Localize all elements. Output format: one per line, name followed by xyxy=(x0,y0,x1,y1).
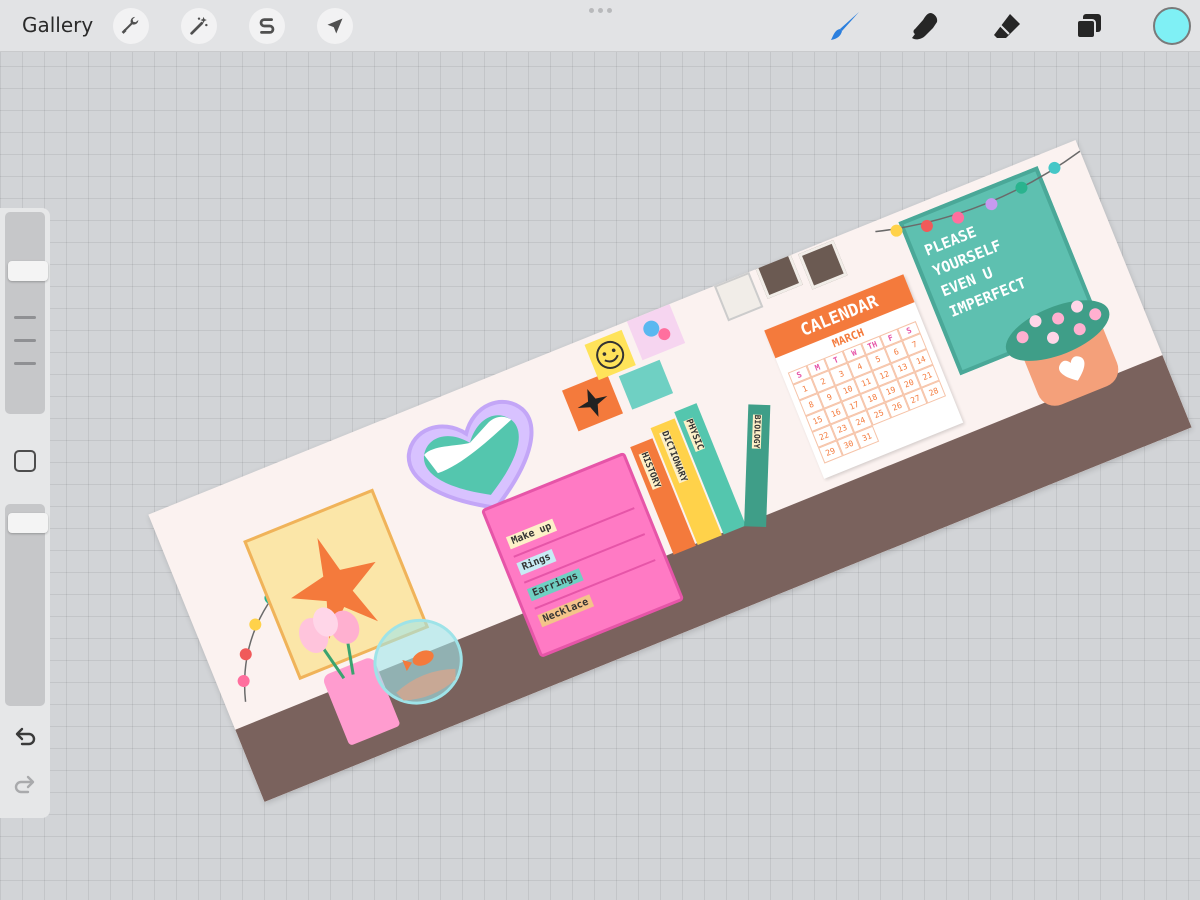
redo-icon xyxy=(14,775,35,794)
color-picker-button[interactable] xyxy=(1153,7,1191,45)
brush-size-thumb[interactable] xyxy=(8,261,48,282)
opacity-thumb[interactable] xyxy=(8,513,48,534)
top-toolbar: Gallery xyxy=(0,0,1200,52)
layers-icon xyxy=(1076,14,1101,39)
canvas-grabber[interactable] xyxy=(589,8,612,13)
brush-icon xyxy=(831,12,859,40)
actions-button[interactable] xyxy=(113,8,149,44)
book: BIOLOGY xyxy=(744,404,771,528)
size-tick xyxy=(14,316,36,319)
selection-s-icon xyxy=(259,18,275,34)
layers-button[interactable] xyxy=(1070,7,1108,45)
left-sidebar xyxy=(0,208,50,818)
drawer-label: Make up xyxy=(505,518,558,550)
brush-size-slider[interactable] xyxy=(5,212,48,414)
eraser-icon xyxy=(994,14,1020,38)
size-tick xyxy=(14,362,36,365)
undo-icon xyxy=(15,727,36,746)
modify-button[interactable] xyxy=(14,450,36,472)
transform-button[interactable] xyxy=(317,8,353,44)
size-tick xyxy=(14,339,36,342)
eraser-tool-button[interactable] xyxy=(988,7,1026,45)
smudge-tool-button[interactable] xyxy=(906,7,944,45)
magic-wand-icon xyxy=(190,16,208,35)
artwork-canvas[interactable]: Make up Rings Earrings Necklace HISTORY … xyxy=(148,139,1192,803)
gallery-button[interactable]: Gallery xyxy=(22,13,93,37)
brush-tool-button[interactable] xyxy=(826,7,864,45)
opacity-slider[interactable] xyxy=(5,504,48,706)
selection-button[interactable] xyxy=(249,8,285,44)
undo-button[interactable] xyxy=(12,726,38,750)
redo-button[interactable] xyxy=(12,774,38,798)
wrench-icon xyxy=(121,16,139,34)
book-title: BIOLOGY xyxy=(751,414,762,449)
smudge-finger-icon xyxy=(912,13,938,40)
adjustments-button[interactable] xyxy=(181,8,217,44)
arrow-cursor-icon xyxy=(327,18,343,34)
